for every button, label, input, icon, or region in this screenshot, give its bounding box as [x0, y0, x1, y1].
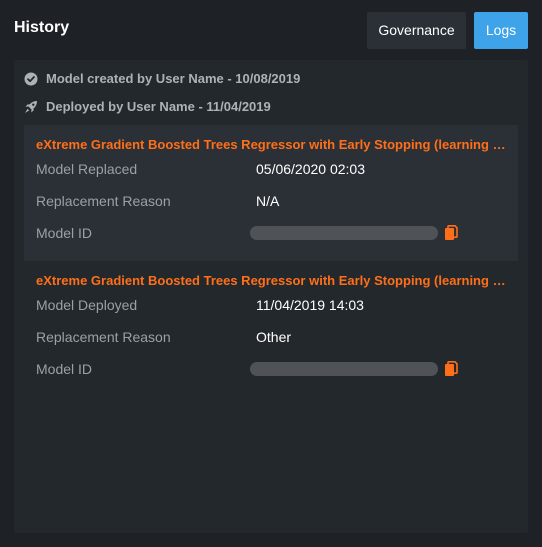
event-text: Model created by User Name - 10/08/2019 [46, 71, 301, 86]
check-circle-icon [24, 72, 38, 86]
history-panel: Model created by User Name - 10/08/2019 … [14, 60, 528, 533]
tab-governance[interactable]: Governance [367, 12, 466, 49]
model-replaced-value: 05/06/2020 02:03 [256, 161, 365, 177]
model-id-label: Model ID [36, 225, 93, 241]
history-header: History Governance Logs [0, 0, 542, 60]
event-model-created: Model created by User Name - 10/08/2019 [24, 70, 300, 88]
page-title: History [14, 19, 70, 36]
copy-icon[interactable] [444, 225, 458, 241]
model-replaced-card: eXtreme Gradient Boosted Trees Regressor… [24, 125, 518, 261]
replacement-reason-value: N/A [256, 193, 280, 209]
replacement-reason-value: Other [256, 329, 292, 345]
replacement-reason-label: Replacement Reason [36, 329, 171, 345]
copy-icon[interactable] [444, 361, 458, 377]
model-deployed-label: Model Deployed [36, 297, 138, 313]
replacement-reason-label: Replacement Reason [36, 193, 171, 209]
event-deployed: Deployed by User Name - 11/04/2019 [24, 98, 271, 116]
model-title[interactable]: eXtreme Gradient Boosted Trees Regressor… [36, 273, 506, 288]
model-id-masked [250, 226, 438, 240]
model-deployed-value: 11/04/2019 14:03 [256, 297, 364, 313]
model-id-masked [250, 362, 438, 376]
model-id-label: Model ID [36, 361, 93, 377]
model-title[interactable]: eXtreme Gradient Boosted Trees Regressor… [36, 137, 506, 152]
model-deployed-card: eXtreme Gradient Boosted Trees Regressor… [24, 261, 518, 397]
model-replaced-label: Model Replaced [36, 161, 138, 177]
event-text: Deployed by User Name - 11/04/2019 [46, 99, 271, 114]
tab-logs[interactable]: Logs [474, 12, 528, 49]
rocket-icon [24, 100, 38, 114]
